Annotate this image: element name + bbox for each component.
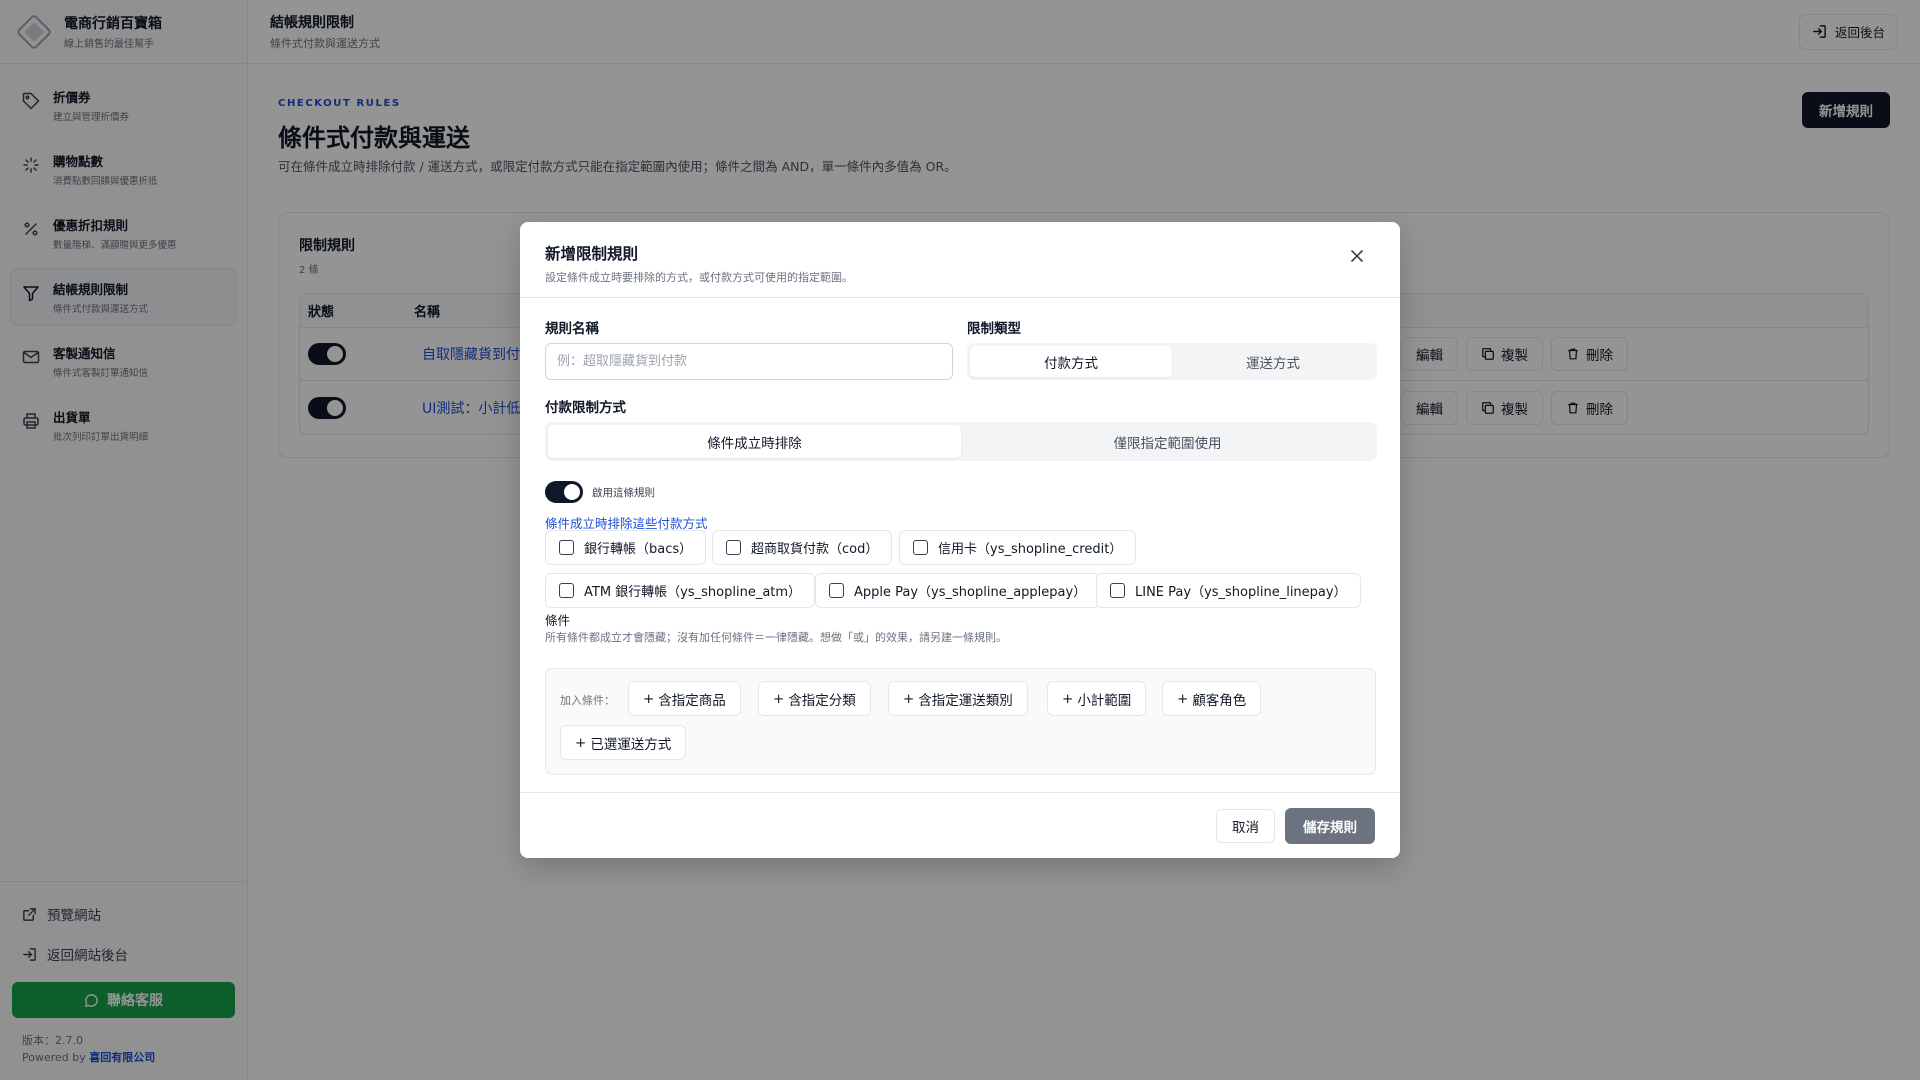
restriction-type-shipping[interactable]: 運送方式 — [1172, 346, 1374, 377]
checkbox-icon — [1110, 583, 1125, 598]
add-condition-text: 含指定分類 — [788, 692, 856, 709]
dialog-title: 新增限制規則 — [545, 245, 639, 263]
payment-option-label: ATM 銀行轉帳（ys_shopline_atm） — [584, 585, 802, 600]
checkbox-icon — [559, 540, 574, 555]
conditions-panel: 加入條件： + 含指定商品 + 含指定分類 + 含指定運送類別 + 小計範圍 + 顧客角色… — [545, 668, 1376, 775]
add-condition-subtotal-button[interactable]: + 小計範圍 — [1047, 681, 1147, 716]
payment-mode-only-within[interactable]: 僅限指定範圍使用 — [961, 425, 1374, 458]
dialog-subtitle: 設定條件成立時要排除的方式，或付款方式可使用的指定範圍。 — [545, 271, 853, 284]
checkbox-icon — [913, 540, 928, 555]
plus-icon: + — [903, 690, 915, 707]
checkbox-icon — [559, 583, 574, 598]
enable-rule-label: 啟用這條規則 — [592, 487, 655, 499]
payment-option-label: LINE Pay（ys_shopline_linepay） — [1135, 585, 1347, 600]
payment-option-label: 信用卡（ys_shopline_credit） — [938, 542, 1123, 557]
conditions-description: 所有條件都成立才會隱藏；沒有加任何條件＝一律隱藏。想做「或」的效果，請另建一條規… — [545, 631, 1007, 644]
add-condition-shipping-method-button[interactable]: + 已選運送方式 — [560, 725, 687, 760]
restriction-type-switch: 付款方式 運送方式 — [967, 343, 1377, 380]
plus-icon: + — [1177, 690, 1189, 707]
new-rule-dialog: 新增限制規則 設定條件成立時要排除的方式，或付款方式可使用的指定範圍。 規則名稱… — [520, 222, 1400, 858]
add-condition-label: 加入條件： — [560, 694, 615, 707]
payment-option-bacs[interactable]: 銀行轉帳（bacs） — [545, 530, 707, 565]
plus-icon: + — [643, 690, 655, 707]
add-condition-category-button[interactable]: + 含指定分類 — [758, 681, 871, 716]
plus-icon: + — [773, 690, 785, 707]
add-condition-text: 小計範圍 — [1077, 692, 1132, 709]
add-condition-text: 已選運送方式 — [590, 736, 672, 753]
cancel-button[interactable]: 取消 — [1216, 809, 1275, 843]
add-condition-text: 含指定商品 — [658, 692, 726, 709]
plus-icon: + — [1062, 690, 1074, 707]
restriction-type-payment[interactable]: 付款方式 — [970, 346, 1172, 377]
checkbox-icon — [726, 540, 741, 555]
payment-option-atm[interactable]: ATM 銀行轉帳（ys_shopline_atm） — [545, 573, 816, 608]
add-condition-shipping-class-button[interactable]: + 含指定運送類別 — [888, 681, 1028, 716]
close-icon[interactable] — [1350, 249, 1364, 263]
payment-option-label: 銀行轉帳（bacs） — [584, 542, 693, 557]
payment-option-credit[interactable]: 信用卡（ys_shopline_credit） — [899, 530, 1137, 565]
payment-option-applepay[interactable]: Apple Pay（ys_shopline_applepay） — [815, 573, 1101, 608]
payment-option-cod[interactable]: 超商取貨付款（cod） — [712, 530, 893, 565]
payment-option-linepay[interactable]: LINE Pay（ys_shopline_linepay） — [1096, 573, 1361, 608]
dialog-footer: 取消 儲存規則 — [520, 792, 1400, 858]
add-condition-customer-role-button[interactable]: + 顧客角色 — [1162, 681, 1262, 716]
payment-mode-label: 付款限制方式 — [545, 400, 626, 416]
rule-name-label: 規則名稱 — [545, 321, 599, 337]
add-condition-text: 含指定運送類別 — [918, 692, 1013, 709]
save-rule-button[interactable]: 儲存規則 — [1285, 808, 1375, 844]
restriction-type-label: 限制類型 — [967, 321, 1021, 337]
dialog-header: 新增限制規則 設定條件成立時要排除的方式，或付款方式可使用的指定範圍。 — [520, 222, 1400, 298]
payment-option-label: 超商取貨付款（cod） — [751, 542, 879, 557]
enable-rule-toggle[interactable] — [545, 481, 583, 503]
payment-mode-exclude[interactable]: 條件成立時排除 — [548, 425, 961, 458]
add-condition-text: 顧客角色 — [1192, 692, 1247, 709]
rule-name-input[interactable] — [545, 343, 953, 380]
plus-icon: + — [575, 734, 587, 751]
checkbox-icon — [829, 583, 844, 598]
payment-option-label: Apple Pay（ys_shopline_applepay） — [854, 585, 1087, 600]
add-condition-product-button[interactable]: + 含指定商品 — [628, 681, 741, 716]
conditions-title: 條件 — [545, 613, 571, 628]
payment-mode-switch: 條件成立時排除 僅限指定範圍使用 — [545, 422, 1377, 461]
